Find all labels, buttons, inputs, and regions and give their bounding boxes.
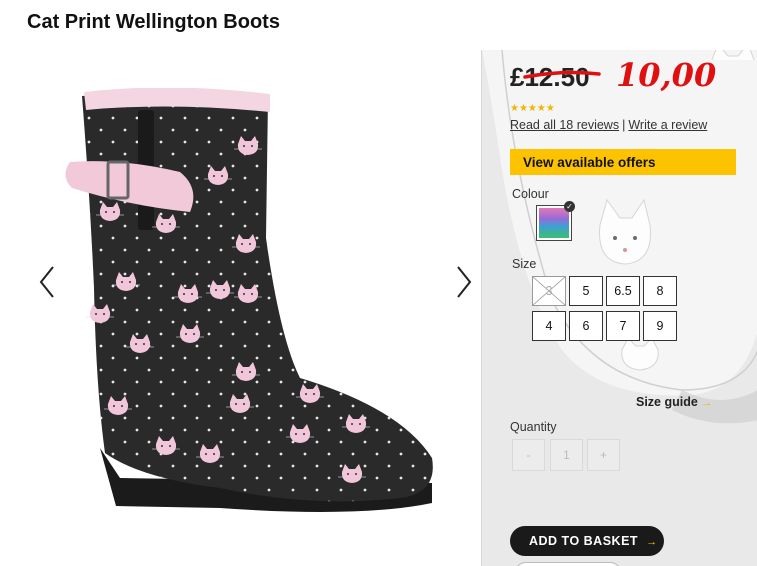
product-title: Cat Print Wellington Boots [27,11,280,33]
colour-label: Colour [512,187,549,201]
reviews-links: Read all 18 reviews | Write a review [510,118,707,132]
price-strikethrough-mark [523,70,601,79]
size-option-6-5[interactable]: 6.5 [606,276,640,306]
quantity-input[interactable]: 1 [550,439,583,471]
read-reviews-link[interactable]: Read all 18 reviews [510,118,619,132]
size-option-8[interactable]: 8 [643,276,677,306]
size-label: Size [512,257,537,271]
swatch-fill [539,208,569,238]
write-review-link[interactable]: Write a review [628,118,707,132]
size-option-label: 9 [656,319,664,333]
add-to-basket-button[interactable]: ADD TO BASKET → [510,526,664,556]
star-rating: ★★★★★ [510,103,555,114]
view-offers-button[interactable]: View available offers [510,149,736,175]
arrow-right-icon: → [701,397,713,409]
quantity-increment-button[interactable]: + [587,439,620,471]
gallery-next-button[interactable] [450,262,478,302]
size-option-label: 7 [619,319,627,333]
size-option-label: 5 [582,284,590,298]
quantity-decrement-button[interactable]: - [512,439,545,471]
size-option-9[interactable]: 9 [643,311,677,341]
chevron-right-icon [457,266,472,298]
gallery-prev-button[interactable] [33,262,61,302]
size-option-label: 6.5 [614,284,632,298]
size-option-label: 4 [545,319,553,333]
size-option-label: 3 [545,284,553,298]
add-to-basket-label: ADD TO BASKET [529,534,639,548]
size-option-6[interactable]: 6 [569,311,603,341]
size-option-3: 3 [532,276,566,306]
sale-price: 10,00 [616,56,717,94]
quantity-label: Quantity [510,420,557,434]
size-option-5[interactable]: 5 [569,276,603,306]
size-option-7[interactable]: 7 [606,311,640,341]
arrow-right-icon: → [646,536,658,548]
size-guide-link[interactable]: Size guide → [636,395,712,409]
secondary-button[interactable] [514,562,622,566]
reviews-separator: | [622,118,626,132]
size-option-label: 6 [582,319,590,333]
size-option-4[interactable]: 4 [532,311,566,341]
size-option-label: 8 [656,284,664,298]
chevron-left-icon [39,266,54,298]
check-icon: ✓ [564,201,575,212]
product-image [65,88,433,512]
size-guide-label: Size guide [636,395,698,409]
